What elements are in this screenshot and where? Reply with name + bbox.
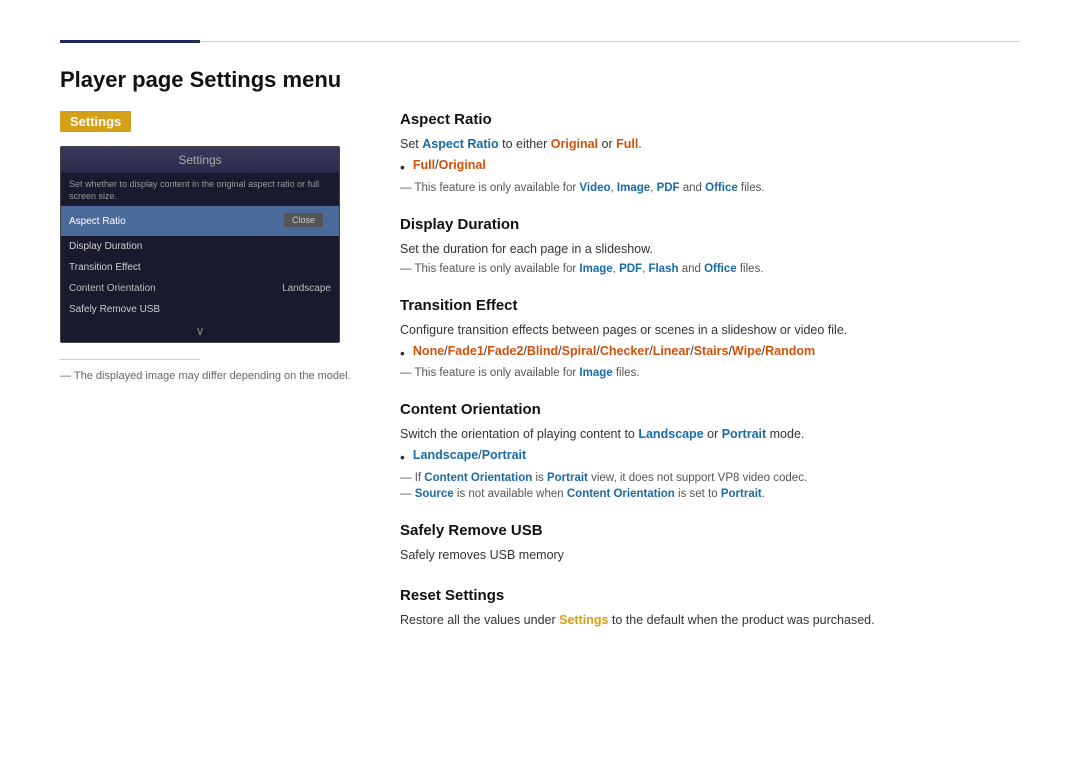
screenshot-header: Settings bbox=[61, 147, 339, 173]
section-title-display-duration: Display Duration bbox=[400, 216, 1020, 233]
top-rule-left bbox=[60, 40, 200, 43]
section-body-content-orientation: Switch the orientation of playing conten… bbox=[400, 424, 1020, 444]
aspect-ratio-note: This feature is only available for Video… bbox=[400, 182, 1020, 194]
content-layout: Settings Settings Set whether to display… bbox=[60, 111, 1020, 652]
screenshot-chevron: ∨ bbox=[61, 320, 339, 342]
right-column: Aspect Ratio Set Aspect Ratio to either … bbox=[400, 111, 1020, 652]
content-orientation-note-1: If Content Orientation is Portrait view,… bbox=[400, 472, 1020, 484]
section-body-display-duration: Set the duration for each page in a slid… bbox=[400, 239, 1020, 259]
transition-effect-note: This feature is only available for Image… bbox=[400, 367, 1020, 379]
aspect-ratio-bullet: Full / Original bbox=[400, 158, 1020, 178]
display-duration-note: This feature is only available for Image… bbox=[400, 263, 1020, 275]
page-title: Player page Settings menu bbox=[60, 67, 1020, 93]
section-aspect-ratio: Aspect Ratio Set Aspect Ratio to either … bbox=[400, 111, 1020, 194]
section-content-orientation: Content Orientation Switch the orientati… bbox=[400, 401, 1020, 500]
section-body-safely-remove-usb: Safely removes USB memory bbox=[400, 545, 1020, 565]
section-title-aspect-ratio: Aspect Ratio bbox=[400, 111, 1020, 128]
section-title-safely-remove-usb: Safely Remove USB bbox=[400, 522, 1020, 539]
content-orientation-note-2: Source is not available when Content Ori… bbox=[400, 488, 1020, 500]
screenshot-menu-item-transition-effect[interactable]: Transition Effect bbox=[61, 257, 339, 278]
screenshot-menu-item-aspect-ratio[interactable]: Aspect Ratio Close bbox=[61, 206, 339, 236]
section-safely-remove-usb: Safely Remove USB Safely removes USB mem… bbox=[400, 522, 1020, 565]
content-orientation-bullet: Landscape / Portrait bbox=[400, 448, 1020, 468]
section-display-duration: Display Duration Set the duration for ea… bbox=[400, 216, 1020, 275]
section-body-transition-effect: Configure transition effects between pag… bbox=[400, 320, 1020, 340]
screenshot-menu-item-display-duration[interactable]: Display Duration bbox=[61, 236, 339, 257]
section-body-reset-settings: Restore all the values under Settings to… bbox=[400, 610, 1020, 630]
section-title-transition-effect: Transition Effect bbox=[400, 297, 1020, 314]
screenshot-menu-item-safely-remove-usb[interactable]: Safely Remove USB bbox=[61, 299, 339, 320]
left-column: Settings Settings Set whether to display… bbox=[60, 111, 360, 652]
screenshot-close-button[interactable]: Close bbox=[284, 213, 323, 227]
settings-screenshot: Settings Set whether to display content … bbox=[60, 146, 340, 343]
section-reset-settings: Reset Settings Restore all the values un… bbox=[400, 587, 1020, 630]
top-rule-right bbox=[200, 41, 1020, 42]
section-body-aspect-ratio: Set Aspect Ratio to either Original or F… bbox=[400, 134, 1020, 154]
screenshot-menu-item-content-orientation[interactable]: Content Orientation Landscape bbox=[61, 278, 339, 299]
screenshot-description: Set whether to display content in the or… bbox=[61, 173, 339, 206]
top-rule-container bbox=[60, 40, 1020, 43]
transition-effect-bullet: None / Fade1 / Fade2 / Blind / Spiral / … bbox=[400, 344, 1020, 364]
left-divider bbox=[60, 359, 200, 360]
section-title-content-orientation: Content Orientation bbox=[400, 401, 1020, 418]
left-note: The displayed image may differ depending… bbox=[60, 370, 360, 382]
section-transition-effect: Transition Effect Configure transition e… bbox=[400, 297, 1020, 380]
settings-badge: Settings bbox=[60, 111, 131, 132]
section-title-reset-settings: Reset Settings bbox=[400, 587, 1020, 604]
